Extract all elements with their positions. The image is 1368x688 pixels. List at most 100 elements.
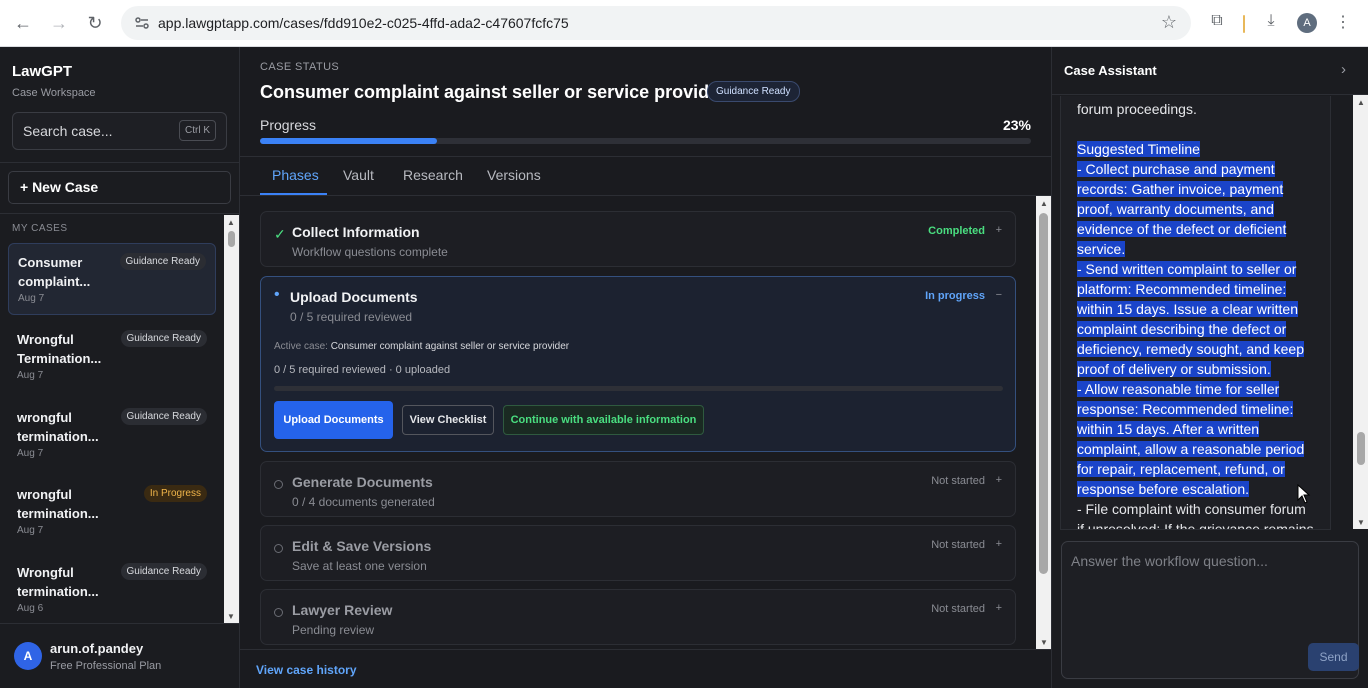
circle-icon xyxy=(274,542,283,556)
case-title: Wrongful Termination... xyxy=(17,332,102,366)
case-list-scrollbar[interactable]: ▲ ▼ xyxy=(224,215,239,623)
case-item[interactable]: wrongful termination... Guidance Ready A… xyxy=(8,399,216,471)
progress-percent: 23% xyxy=(1002,117,1031,133)
status-badge: Guidance Ready xyxy=(707,81,800,102)
view-checklist-button[interactable]: View Checklist xyxy=(402,405,494,435)
mouse-cursor-icon xyxy=(1297,484,1311,504)
phase-status: Not started xyxy=(931,603,985,615)
expand-icon[interactable]: + xyxy=(996,224,1002,236)
selected-line: - Allow reasonable time for seller xyxy=(1077,381,1280,397)
case-item[interactable]: Wrongful Termination... Guidance Ready A… xyxy=(8,321,216,393)
scroll-up-icon[interactable]: ▲ xyxy=(227,218,235,227)
back-icon[interactable]: ← xyxy=(11,12,35,36)
selected-line: complaint describing the defect or xyxy=(1077,321,1287,337)
progress-bar xyxy=(260,138,1031,144)
scroll-up-icon[interactable]: ▲ xyxy=(1040,199,1048,208)
check-icon: ✓ xyxy=(274,226,286,242)
site-settings-icon[interactable] xyxy=(133,14,151,32)
forward-icon[interactable]: → xyxy=(47,12,71,36)
scroll-down-icon[interactable]: ▼ xyxy=(1040,638,1048,647)
phase-status: Not started xyxy=(931,475,985,487)
url-text: app.lawgptapp.com/cases/fdd910e2-c025-4f… xyxy=(158,15,569,31)
page-title: Consumer complaint against seller or ser… xyxy=(260,82,727,102)
menu-kebab-icon[interactable]: ⋮ xyxy=(1332,12,1354,34)
message-line: forum proceedings. xyxy=(1077,101,1197,117)
case-search-input[interactable]: Search case... Ctrl K xyxy=(12,112,227,150)
phase-subtitle: Pending review xyxy=(292,623,375,637)
view-case-history-link[interactable]: View case history xyxy=(256,663,357,677)
active-case-label: Active case: xyxy=(274,341,328,352)
profile-avatar[interactable]: A xyxy=(1297,13,1317,33)
address-bar[interactable]: app.lawgptapp.com/cases/fdd910e2-c025-4f… xyxy=(121,6,1191,40)
phase-subtitle: 0 / 5 required reviewed xyxy=(290,310,413,324)
phase-card-lawyer-review[interactable]: Lawyer Review Pending review Not started… xyxy=(260,589,1016,645)
phase-name: Collect Information xyxy=(292,224,420,240)
case-status-badge: Guidance Ready xyxy=(120,408,207,425)
case-date: Aug 6 xyxy=(17,603,44,614)
download-icon[interactable]: ⤓ xyxy=(1260,12,1282,34)
chevron-right-icon[interactable]: › xyxy=(1341,61,1346,78)
selected-line: complaint, allow a reasonable period xyxy=(1077,441,1305,457)
phase-status: In progress xyxy=(925,290,985,302)
tab-vault[interactable]: Vault xyxy=(343,167,374,183)
collapse-icon[interactable]: − xyxy=(996,289,1002,301)
search-shortcut-hint: Ctrl K xyxy=(179,120,216,141)
circle-icon xyxy=(274,606,283,620)
tab-research[interactable]: Research xyxy=(403,167,463,183)
selected-line: proof of delivery or submission. xyxy=(1077,361,1271,377)
assistant-scrollbar[interactable]: ▲ ▼ xyxy=(1353,95,1368,529)
upload-documents-button[interactable]: Upload Documents xyxy=(274,401,393,439)
scroll-up-icon[interactable]: ▲ xyxy=(1357,98,1365,107)
scrollbar-thumb[interactable] xyxy=(228,231,235,247)
scroll-down-icon[interactable]: ▼ xyxy=(227,612,235,621)
tab-versions[interactable]: Versions xyxy=(487,167,541,183)
phase-card-edit-save-versions[interactable]: Edit & Save Versions Save at least one v… xyxy=(260,525,1016,581)
case-date: Aug 7 xyxy=(17,448,44,459)
case-item[interactable]: Consumer complaint... Guidance Ready Aug… xyxy=(8,243,216,315)
selected-line: response before escalation. xyxy=(1077,481,1249,497)
in-progress-dot-icon: • xyxy=(274,286,280,303)
case-title: wrongful termination... xyxy=(17,487,99,521)
phase-subtitle: Save at least one version xyxy=(292,559,427,573)
send-button[interactable]: Send xyxy=(1308,643,1359,671)
phase-card-generate-documents[interactable]: Generate Documents 0 / 4 documents gener… xyxy=(260,461,1016,517)
expand-icon[interactable]: + xyxy=(996,602,1002,614)
message-line: - File complaint with consumer forum xyxy=(1077,501,1306,517)
search-placeholder: Search case... xyxy=(23,123,113,139)
expand-icon[interactable]: + xyxy=(996,474,1002,486)
user-profile[interactable]: A arun.of.pandey Free Professional Plan xyxy=(0,623,239,688)
phase-card-collect-information[interactable]: ✓ Collect Information Workflow questions… xyxy=(260,211,1016,267)
user-name: arun.of.pandey xyxy=(50,641,144,656)
user-avatar: A xyxy=(14,642,42,670)
reload-icon[interactable]: ↻ xyxy=(83,12,107,36)
scrollbar-thumb[interactable] xyxy=(1039,213,1048,574)
phase-name: Lawyer Review xyxy=(292,602,393,618)
upload-stats: 0 / 5 required reviewed · 0 uploaded xyxy=(274,364,451,376)
phase-name: Upload Documents xyxy=(290,289,418,305)
case-main: CASE STATUS Consumer complaint against s… xyxy=(240,47,1051,688)
case-status-badge: Guidance Ready xyxy=(119,253,206,270)
case-item[interactable]: Wrongful termination... Guidance Ready A… xyxy=(8,554,216,626)
case-status-label: CASE STATUS xyxy=(260,61,340,73)
tab-phases[interactable]: Phases xyxy=(272,167,319,183)
selected-line: platform: Recommended timeline: xyxy=(1077,281,1287,297)
phase-subtitle: 0 / 4 documents generated xyxy=(292,495,435,509)
case-status-badge: In Progress xyxy=(143,485,207,502)
case-item[interactable]: wrongful termination... In Progress Aug … xyxy=(8,476,216,548)
phase-status: Completed xyxy=(928,225,985,237)
brand-name: LawGPT xyxy=(12,63,73,80)
continue-button[interactable]: Continue with available information xyxy=(503,405,704,435)
new-case-button[interactable]: + New Case xyxy=(8,171,231,204)
selected-line: Suggested Timeline xyxy=(1077,141,1200,157)
scroll-down-icon[interactable]: ▼ xyxy=(1357,518,1365,527)
answer-input[interactable]: Answer the workflow question... Send xyxy=(1061,541,1359,679)
bookmark-star-icon[interactable]: ☆ xyxy=(1161,12,1177,33)
case-status-badge: Guidance Ready xyxy=(120,563,207,580)
progress-label: Progress xyxy=(260,117,317,133)
scrollbar-thumb[interactable] xyxy=(1357,432,1365,465)
expand-icon[interactable]: + xyxy=(996,538,1002,550)
divider xyxy=(240,649,1051,650)
extensions-icon[interactable]: ⧉ xyxy=(1206,12,1228,34)
my-cases-heading: MY CASES xyxy=(12,223,68,234)
phases-scrollbar[interactable]: ▲ ▼ xyxy=(1036,196,1051,649)
